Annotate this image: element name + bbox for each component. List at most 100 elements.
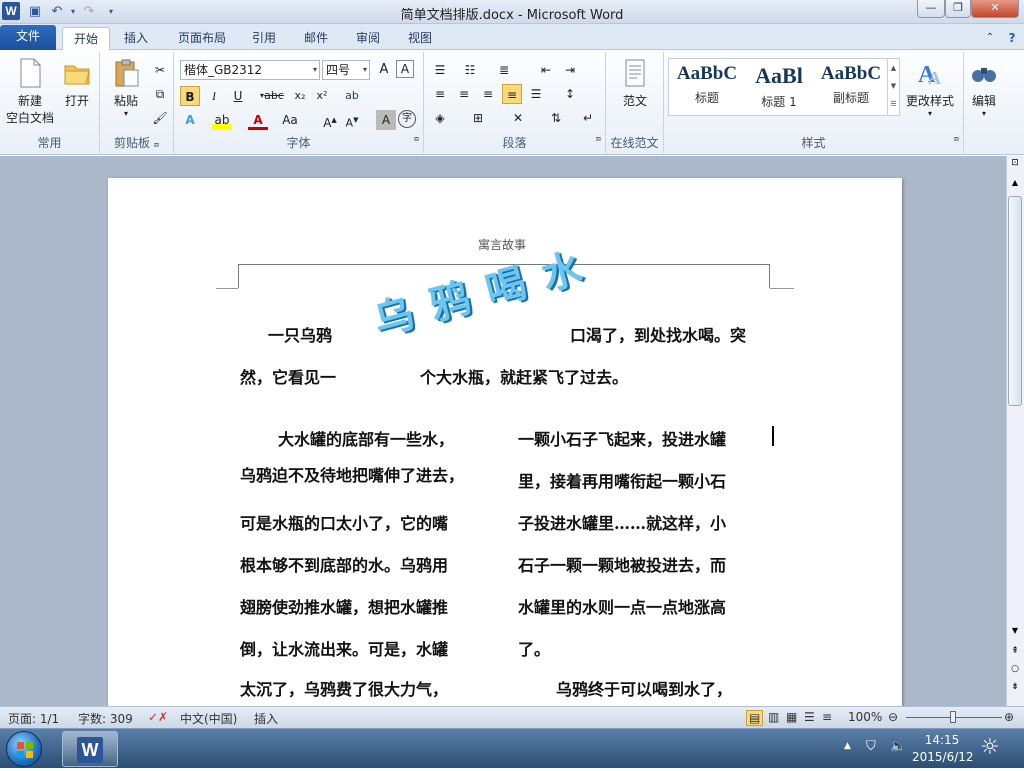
taskbar-word-button[interactable]: W xyxy=(62,731,118,767)
scroll-up-icon[interactable]: ▲ xyxy=(1009,178,1021,187)
sort-icon[interactable]: ⇅ xyxy=(546,108,566,128)
strikethrough-button[interactable]: abc xyxy=(264,86,284,106)
minimize-ribbon-icon[interactable]: ⌃ xyxy=(980,27,1000,50)
start-button[interactable] xyxy=(6,731,42,767)
show-hidden-icons[interactable]: ▲ xyxy=(844,741,851,751)
chevron-down-icon: ▾ xyxy=(312,65,317,74)
grow-font-icon[interactable]: A xyxy=(374,60,394,80)
bold-button[interactable]: B xyxy=(180,86,200,106)
weather-icon[interactable]: ☼ xyxy=(980,735,1000,760)
borders-icon[interactable]: ⊞ xyxy=(468,108,488,128)
minimize-button[interactable]: — xyxy=(917,0,945,18)
sample-doc-icon xyxy=(625,59,645,87)
help-icon[interactable]: ? xyxy=(1002,27,1022,50)
superscript-button[interactable]: x² xyxy=(312,86,332,106)
group-label-clipboard: 剪贴板 ⧈ xyxy=(114,136,159,150)
vertical-scrollbar[interactable]: ⊡ ▲ ▼ ⇞ ○ ⇟ xyxy=(1006,156,1024,706)
char-shading-icon[interactable]: A xyxy=(376,110,396,130)
print-layout-icon[interactable]: ▤ xyxy=(746,710,764,726)
outline-icon[interactable]: ☰ xyxy=(804,710,815,724)
proofing-icon[interactable]: ✓✗ xyxy=(148,710,168,724)
bullets-icon[interactable]: ☰ xyxy=(430,60,450,80)
scroll-down-icon[interactable]: ▼ xyxy=(1009,626,1021,635)
font-name-combo[interactable]: 楷体_GB2312 ▾ xyxy=(180,60,320,80)
tab-references[interactable]: 引用 xyxy=(244,27,284,50)
next-page-icon[interactable]: ⇟ xyxy=(1009,682,1021,692)
italic-button[interactable]: I xyxy=(204,86,224,106)
edit-button[interactable]: 编辑 ▾ xyxy=(968,58,1000,118)
clear-format-icon[interactable]: A xyxy=(396,60,414,78)
numbering-icon[interactable]: ☷ xyxy=(460,60,480,80)
tab-insert[interactable]: 插入 xyxy=(114,27,158,50)
font-size-combo[interactable]: 四号 ▾ xyxy=(322,60,370,80)
document-page[interactable]: 寓言故事 乌 鸦 喝 水 一只乌鸦 口渴了，到处找水喝。突 然，它看见一 个大水… xyxy=(108,178,902,706)
style-title[interactable]: AaBbC 标题 xyxy=(671,63,743,113)
page-indicator[interactable]: 页面: 1/1 xyxy=(8,710,59,727)
change-styles-button[interactable]: AA 更改样式 ▾ xyxy=(904,58,956,118)
clock-date: 2015/6/12 xyxy=(912,750,974,764)
paste-button[interactable]: 粘贴 ▾ xyxy=(106,58,146,118)
cut-icon[interactable]: ✂ xyxy=(150,60,170,80)
open-button[interactable]: 打开 xyxy=(58,58,96,109)
zoom-slider-thumb[interactable] xyxy=(950,711,956,723)
style-subtitle[interactable]: AaBbC 副标题 xyxy=(815,63,887,113)
change-case-icon[interactable]: Aa xyxy=(280,110,300,130)
text-effects-icon[interactable]: A xyxy=(180,110,200,130)
group-online: 范文 在线范文 xyxy=(606,52,664,153)
align-right-icon[interactable]: ≡ xyxy=(478,84,498,104)
multilevel-list-icon[interactable]: ≣ xyxy=(494,60,514,80)
zoom-out-icon[interactable]: ⊖ xyxy=(888,710,898,724)
zoom-in-icon[interactable]: ⊕ xyxy=(1004,710,1014,724)
tab-page-layout[interactable]: 页面布局 xyxy=(170,27,234,50)
shrink-font-size-icon[interactable]: A▼ xyxy=(342,110,362,130)
style-heading1[interactable]: AaBl 标题 1 xyxy=(743,63,815,113)
right-col-line: 石子一颗一颗地被投进去，而 xyxy=(518,556,727,575)
tab-review[interactable]: 审阅 xyxy=(348,27,388,50)
word-count[interactable]: 字数: 309 xyxy=(78,710,133,727)
tab-mailings[interactable]: 邮件 xyxy=(296,27,336,50)
font-color-icon[interactable]: A xyxy=(248,110,268,130)
maximize-button[interactable]: ❐ xyxy=(945,0,971,18)
ruler-toggle-icon[interactable]: ⊡ xyxy=(1009,158,1021,172)
chinese-layout-icon[interactable]: ✕ xyxy=(508,108,528,128)
align-left-icon[interactable]: ≡ xyxy=(430,84,450,104)
network-icon[interactable]: ⛉ xyxy=(866,739,876,754)
browse-object-icon[interactable]: ○ xyxy=(1009,664,1021,674)
clock[interactable]: 14:15 2015/6/12 xyxy=(912,733,974,764)
insert-mode[interactable]: 插入 xyxy=(254,710,278,727)
decrease-indent-icon[interactable]: ⇤ xyxy=(536,60,556,80)
prev-page-icon[interactable]: ⇞ xyxy=(1009,646,1021,656)
show-marks-icon[interactable]: ↵ xyxy=(578,108,598,128)
increase-indent-icon[interactable]: ⇥ xyxy=(560,60,580,80)
underline-button[interactable]: U xyxy=(228,86,248,106)
group-label-common: 常用 xyxy=(37,136,62,150)
paste-dropdown-icon[interactable]: ▾ xyxy=(106,109,146,118)
subscript-button[interactable]: x₂ xyxy=(290,86,310,106)
tab-file[interactable]: 文件 xyxy=(0,25,56,50)
tab-view[interactable]: 视图 xyxy=(400,27,440,50)
sample-essay-button[interactable]: 范文 xyxy=(612,58,658,109)
highlight-icon[interactable]: ab xyxy=(212,110,232,130)
align-center-icon[interactable]: ≡ xyxy=(454,84,474,104)
zoom-level[interactable]: 100% xyxy=(848,710,882,724)
justify-icon[interactable]: ≡ xyxy=(502,84,522,104)
format-painter-icon[interactable]: 🖌 xyxy=(150,108,170,128)
tab-home[interactable]: 开始 xyxy=(62,27,110,50)
copy-icon[interactable]: ⧉ xyxy=(150,84,170,104)
draft-icon[interactable]: ≡ xyxy=(822,710,832,724)
grow-font-size-icon[interactable]: A▲ xyxy=(320,110,340,130)
enclose-char-icon[interactable]: 字 xyxy=(398,110,416,128)
phonetic-guide-icon[interactable]: ab xyxy=(342,86,362,106)
close-button[interactable]: ✕ xyxy=(971,0,1019,18)
language-indicator[interactable]: 中文(中国) xyxy=(180,710,237,727)
volume-icon[interactable]: 🔈 xyxy=(890,739,906,754)
web-layout-icon[interactable]: ▦ xyxy=(786,710,797,724)
scroll-thumb[interactable] xyxy=(1008,196,1022,406)
new-document-button[interactable]: 新建 空白文档 xyxy=(4,58,56,126)
shading-icon[interactable]: ◈ xyxy=(430,108,450,128)
distributed-icon[interactable]: ☰ xyxy=(526,84,546,104)
line-spacing-icon[interactable]: ↕ xyxy=(560,84,580,104)
reading-layout-icon[interactable]: ▥ xyxy=(768,710,779,724)
gallery-scroll[interactable]: ▲ ▼ ☰ xyxy=(887,59,899,115)
para1-line1-left: 一只乌鸦 xyxy=(268,326,333,345)
